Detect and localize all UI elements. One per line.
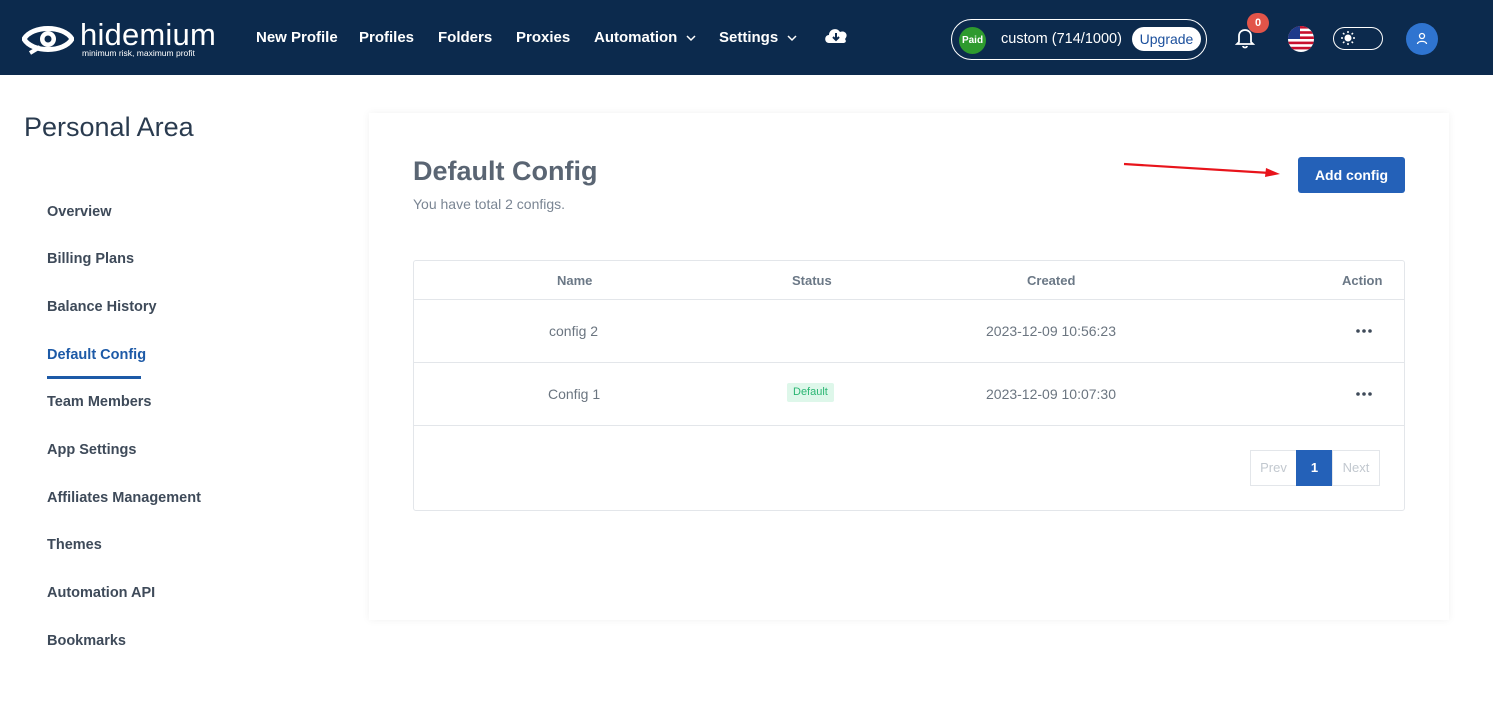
nav-proxies[interactable]: Proxies xyxy=(516,0,570,75)
sidebar-item-themes[interactable]: Themes xyxy=(47,537,102,553)
sidebar-item-team-members[interactable]: Team Members xyxy=(47,394,152,410)
sidebar-item-affiliates-management[interactable]: Affiliates Management xyxy=(47,490,201,506)
pagination-next-button[interactable]: Next xyxy=(1332,450,1380,486)
notification-count-badge: 0 xyxy=(1247,13,1269,33)
nav-new-profile-label: New Profile xyxy=(256,29,338,46)
pagination-page-1[interactable]: 1 xyxy=(1296,450,1333,486)
config-name-cell: Config 1 xyxy=(548,386,601,402)
user-icon xyxy=(1416,32,1428,45)
config-count-text: You have total 2 configs. xyxy=(413,196,566,212)
brand-logo[interactable]: hidemium minimum risk, maximum profit xyxy=(22,17,216,61)
default-status-badge: Default xyxy=(787,383,834,402)
sidebar-item-balance-history[interactable]: Balance History xyxy=(47,299,157,315)
sidebar-item-app-settings[interactable]: App Settings xyxy=(47,442,136,458)
column-header-action: Action xyxy=(1342,273,1383,288)
nav-automation-label: Automation xyxy=(594,29,678,46)
header-divider xyxy=(414,299,1404,300)
sidebar-item-overview[interactable]: Overview xyxy=(47,204,112,220)
row-divider xyxy=(414,362,1404,363)
active-item-underline xyxy=(47,376,141,379)
config-name-cell: config 2 xyxy=(549,323,599,339)
created-cell: 2023-12-09 10:07:30 xyxy=(986,386,1116,402)
column-header-name: Name xyxy=(557,273,593,288)
add-config-button[interactable]: Add config xyxy=(1298,157,1405,193)
chevron-down-icon xyxy=(686,34,696,41)
plan-status-pill: Paid custom (714/1000) Upgrade xyxy=(951,19,1207,60)
sidebar-item-billing-plans[interactable]: Billing Plans xyxy=(47,251,134,267)
nav-folders-label: Folders xyxy=(438,29,493,46)
config-table: Name Status Created Action config 2 2023… xyxy=(413,260,1405,511)
sidebar-item-bookmarks[interactable]: Bookmarks xyxy=(47,633,126,649)
nav-profiles[interactable]: Profiles xyxy=(359,0,414,75)
nav-proxies-label: Proxies xyxy=(516,29,571,46)
row-divider xyxy=(414,425,1404,426)
nav-settings[interactable]: Settings xyxy=(719,0,797,75)
chevron-down-icon xyxy=(787,34,797,41)
nav-new-profile[interactable]: New Profile xyxy=(256,0,338,75)
theme-toggle[interactable] xyxy=(1333,27,1383,50)
user-avatar[interactable] xyxy=(1406,23,1438,55)
section-title: Default Config xyxy=(413,156,598,186)
sidebar-item-automation-api[interactable]: Automation API xyxy=(47,585,155,601)
nav-folders[interactable]: Folders xyxy=(438,0,492,75)
page-title: Personal Area xyxy=(24,112,194,142)
column-header-status: Status xyxy=(792,273,832,288)
plan-usage-text: custom (714/1000) xyxy=(1001,31,1122,47)
nav-automation[interactable]: Automation xyxy=(594,0,696,75)
annotation-arrow xyxy=(1123,162,1280,177)
nav-settings-label: Settings xyxy=(719,29,779,46)
brand-tagline: minimum risk, maximum profit xyxy=(82,48,195,58)
upgrade-button[interactable]: Upgrade xyxy=(1132,27,1201,51)
pagination-prev-button[interactable]: Prev xyxy=(1250,450,1297,486)
paid-badge: Paid xyxy=(959,27,986,54)
column-header-created: Created xyxy=(1027,273,1076,288)
nav-profiles-label: Profiles xyxy=(359,29,415,46)
hidemium-logo-icon xyxy=(22,26,74,55)
top-navbar: hidemium minimum risk, maximum profit Ne… xyxy=(0,0,1493,75)
us-flag-icon[interactable] xyxy=(1288,26,1314,52)
created-cell: 2023-12-09 10:56:23 xyxy=(986,323,1116,339)
sidebar-item-default-config[interactable]: Default Config xyxy=(47,347,146,363)
cloud-download-icon[interactable] xyxy=(823,25,849,47)
more-actions-icon[interactable] xyxy=(1354,328,1374,334)
sun-icon xyxy=(1341,31,1355,45)
more-actions-icon[interactable] xyxy=(1354,391,1374,397)
